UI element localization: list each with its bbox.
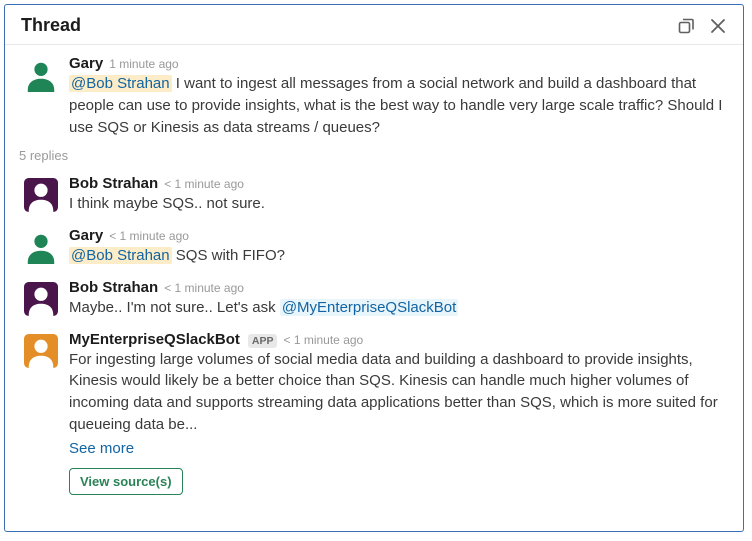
mention[interactable]: @MyEnterpriseQSlackBot [280, 299, 458, 316]
message-author[interactable]: Gary [69, 55, 103, 72]
avatar[interactable] [23, 229, 59, 265]
message: Gary < 1 minute ago @Bob Strahan SQS wit… [5, 221, 743, 273]
message-content: MyEnterpriseQSlackBot APP < 1 minute ago… [69, 331, 725, 495]
message-content: Gary 1 minute ago @Bob Strahan I want to… [69, 55, 725, 138]
message: Gary 1 minute ago @Bob Strahan I want to… [5, 49, 743, 144]
message: MyEnterpriseQSlackBot APP < 1 minute ago… [5, 325, 743, 501]
avatar[interactable] [23, 177, 59, 213]
avatar[interactable] [23, 57, 59, 93]
mention[interactable]: @Bob Strahan [69, 247, 172, 264]
message-author[interactable]: Gary [69, 227, 103, 244]
open-in-new-window-icon[interactable] [677, 17, 695, 35]
thread-title: Thread [21, 15, 677, 36]
message-content: Bob Strahan < 1 minute ago I think maybe… [69, 175, 725, 215]
message-author[interactable]: Bob Strahan [69, 279, 158, 296]
message-timestamp: < 1 minute ago [164, 177, 244, 191]
message-timestamp: < 1 minute ago [164, 281, 244, 295]
message-text: I think maybe SQS.. not sure. [69, 193, 725, 215]
close-icon[interactable] [709, 17, 727, 35]
thread-panel: Thread Gary [4, 4, 744, 532]
avatar[interactable] [23, 333, 59, 369]
message-header: Bob Strahan < 1 minute ago [69, 175, 725, 192]
message-content: Bob Strahan < 1 minute ago Maybe.. I'm n… [69, 279, 725, 319]
message-body-text: Maybe.. I'm not sure.. Let's ask [69, 299, 280, 316]
message-header: Gary < 1 minute ago [69, 227, 725, 244]
message-text: For ingesting large volumes of social me… [69, 349, 725, 436]
message-author[interactable]: MyEnterpriseQSlackBot [69, 331, 240, 348]
thread-header: Thread [5, 5, 743, 45]
message-timestamp: < 1 minute ago [283, 333, 363, 347]
app-badge: APP [248, 334, 278, 348]
header-icons [677, 17, 727, 35]
message-text: @Bob Strahan I want to ingest all messag… [69, 73, 725, 138]
see-more-link[interactable]: See more [69, 440, 134, 457]
message-text: Maybe.. I'm not sure.. Let's ask @MyEnte… [69, 297, 725, 319]
message: Bob Strahan < 1 minute ago I think maybe… [5, 169, 743, 221]
mention[interactable]: @Bob Strahan [69, 75, 172, 92]
view-sources-button[interactable]: View source(s) [69, 468, 183, 495]
message-header: Gary 1 minute ago [69, 55, 725, 72]
thread-body: Gary 1 minute ago @Bob Strahan I want to… [5, 45, 743, 531]
message: Bob Strahan < 1 minute ago Maybe.. I'm n… [5, 273, 743, 325]
message-timestamp: < 1 minute ago [109, 229, 189, 243]
message-timestamp: 1 minute ago [109, 57, 178, 71]
avatar[interactable] [23, 281, 59, 317]
replies-count: 5 replies [5, 144, 743, 169]
message-header: MyEnterpriseQSlackBot APP < 1 minute ago [69, 331, 725, 348]
message-body-text: SQS with FIFO? [172, 247, 285, 264]
message-author[interactable]: Bob Strahan [69, 175, 158, 192]
message-text: @Bob Strahan SQS with FIFO? [69, 245, 725, 267]
message-content: Gary < 1 minute ago @Bob Strahan SQS wit… [69, 227, 725, 267]
message-header: Bob Strahan < 1 minute ago [69, 279, 725, 296]
